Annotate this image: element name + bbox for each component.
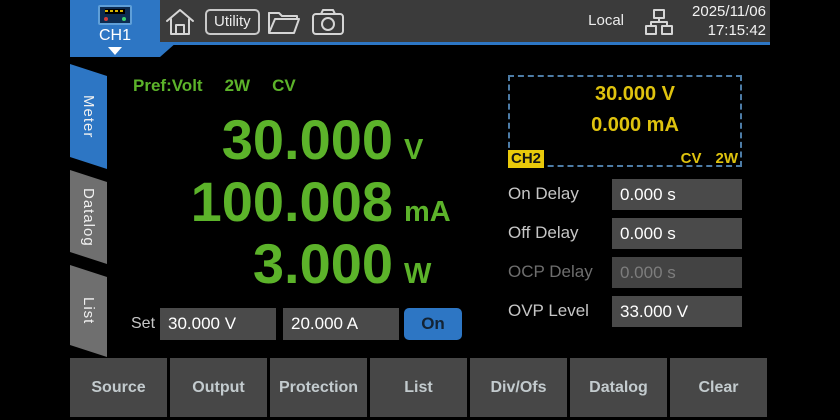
camera-icon [310,7,346,37]
ch2-preview-panel[interactable]: 30.000 V 0.000 mA CH2 CV 2W [508,75,742,167]
regulation-mode-label: CV [272,76,296,95]
wire-mode-label: 2W [225,76,251,95]
psu-green-dot [122,17,126,21]
softkey-protection[interactable]: Protection [270,358,367,417]
ch2-mode-labels: CV 2W [667,150,738,168]
on-delay-label: On Delay [508,184,579,204]
power-value: 3.000 [110,233,393,295]
home-icon [164,7,196,37]
file-button[interactable] [266,7,298,37]
utility-button[interactable]: Utility [205,9,260,35]
softkey-source[interactable]: Source [70,358,167,417]
pref-mode-label: Pref:Volt [133,76,203,95]
ocp-delay-row: OCP Delay 0.000 s [508,257,742,288]
softkey-div-ofs[interactable]: Div/Ofs [470,358,567,417]
ch2-current-value: 0.000 mA [510,114,740,137]
power-unit: W [393,243,462,305]
psu-screen-detail [105,9,125,14]
lan-status-icon [645,7,673,37]
sidebar-tab-meter-label: Meter [80,95,97,138]
softkey-clear[interactable]: Clear [670,358,767,417]
off-delay-row: Off Delay 0.000 s [508,218,742,249]
instrument-screen: Utility Local 2025/11/06 1 [0,0,840,420]
off-delay-field[interactable]: 0.000 s [612,218,742,249]
ovp-level-label: OVP Level [508,301,589,321]
voltage-reading: 30.000 V [110,109,462,171]
datetime-display: 2025/11/06 17:15:42 [692,2,766,40]
ch2-regulation-mode-label: CV [681,150,702,167]
channel-tab-corner [160,42,177,57]
voltage-value: 30.000 [110,109,393,171]
softkey-datalog[interactable]: Datalog [570,358,667,417]
channel-select-tab[interactable]: CH1 [70,0,160,57]
ovp-level-row: OVP Level 33.000 V [508,296,742,327]
meter-status-line: Pref:Volt 2W CV [133,76,318,96]
top-bar: Utility Local 2025/11/06 1 [160,0,770,45]
home-button[interactable] [164,7,196,37]
channel-label: CH1 [70,27,160,45]
ch2-voltage-value: 30.000 V [510,83,740,106]
current-value: 100.008 [110,171,393,233]
folder-icon [266,7,302,37]
psu-front-panel-icon [98,5,132,25]
screenshot-button[interactable] [310,7,342,37]
date-label: 2025/11/06 [692,2,766,21]
sidebar-tab-meter[interactable]: Meter [70,64,107,169]
remote-state-label: Local [588,12,624,29]
softkey-list[interactable]: List [370,358,467,417]
set-current-field[interactable]: 20.000 A [283,308,399,340]
chevron-down-icon [108,47,122,55]
current-reading: 100.008 mA [110,171,462,233]
ocp-delay-field: 0.000 s [612,257,742,288]
softkey-output[interactable]: Output [170,358,267,417]
ch2-wire-mode-label: 2W [716,150,739,167]
ch2-channel-badge: CH2 [508,150,544,168]
sidebar-tab-list[interactable]: List [70,265,107,357]
ocp-delay-label: OCP Delay [508,262,593,282]
time-label: 17:15:42 [692,21,766,40]
power-reading: 3.000 W [110,233,462,295]
on-delay-field[interactable]: 0.000 s [612,179,742,210]
sidebar-tab-datalog[interactable]: Datalog [70,170,107,264]
set-voltage-field[interactable]: 30.000 V [160,308,276,340]
output-on-button[interactable]: On [404,308,462,340]
set-label: Set [131,315,155,333]
on-delay-row: On Delay 0.000 s [508,179,742,210]
off-delay-label: Off Delay [508,223,579,243]
ovp-level-field[interactable]: 33.000 V [612,296,742,327]
sidebar-tab-datalog-label: Datalog [80,188,97,247]
sidebar-tab-list-label: List [80,297,97,324]
psu-red-dot [104,17,108,21]
